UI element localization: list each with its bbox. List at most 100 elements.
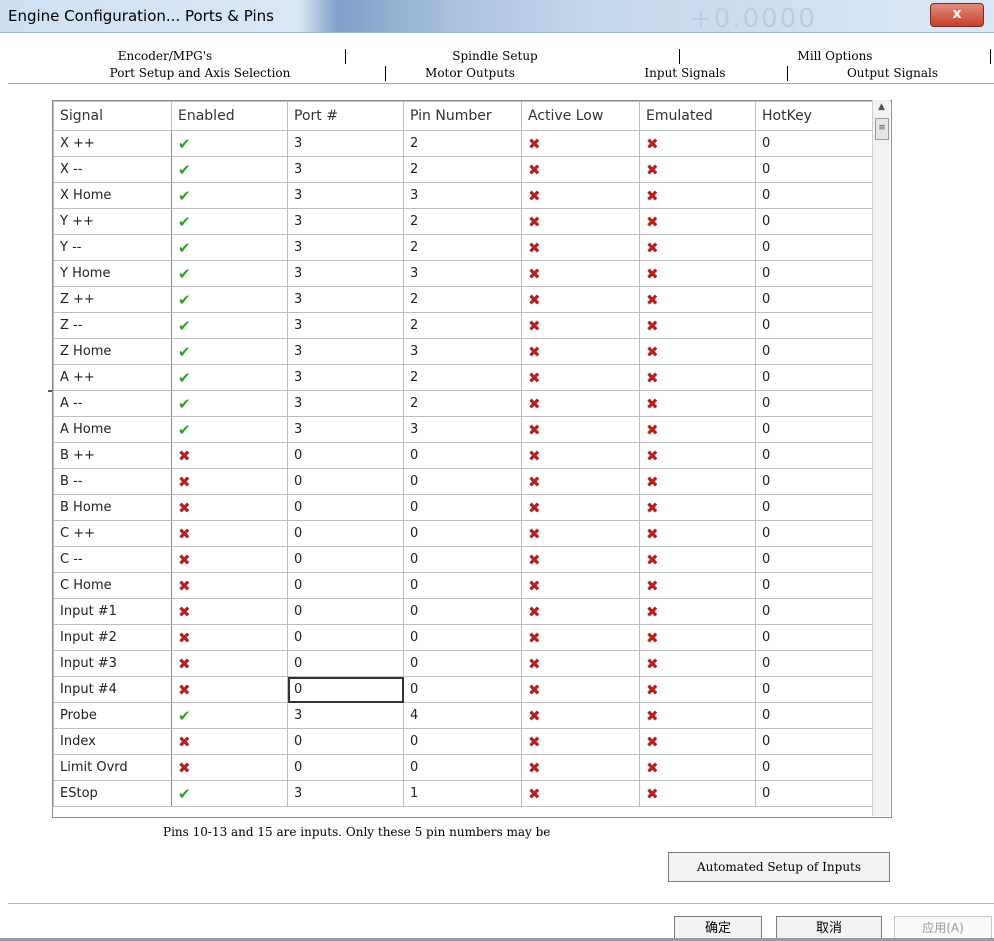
port-cell[interactable]: 3 <box>287 182 404 209</box>
enabled-cell[interactable]: ✔ <box>171 390 288 417</box>
pin-number-cell[interactable]: 0 <box>403 494 522 521</box>
pin-number-cell[interactable]: 0 <box>403 572 522 599</box>
signal-cell[interactable]: Y Home <box>53 260 172 287</box>
enabled-cell[interactable]: ✖ <box>171 468 288 495</box>
active-low-cell[interactable]: ✖ <box>521 780 640 807</box>
active-low-cell[interactable]: ✖ <box>521 390 640 417</box>
scroll-thumb[interactable]: ≡ <box>875 118 889 140</box>
table-row[interactable]: Z Home ✔ 3 3 ✖ ✖ 0 <box>53 338 874 365</box>
port-cell[interactable]: 0 <box>287 442 404 469</box>
hotkey-cell[interactable]: 0 <box>755 130 874 157</box>
emulated-cell[interactable]: ✖ <box>639 702 756 729</box>
column-header-port[interactable]: Port # <box>287 101 404 131</box>
signal-cell[interactable]: B ++ <box>53 442 172 469</box>
port-cell[interactable]: 3 <box>287 234 404 261</box>
tab-encoder-mpg[interactable]: Encoder/MPG's <box>100 48 230 65</box>
hotkey-cell[interactable]: 0 <box>755 156 874 183</box>
signal-cell[interactable]: X Home <box>53 182 172 209</box>
active-low-cell[interactable]: ✖ <box>521 286 640 313</box>
hotkey-cell[interactable]: 0 <box>755 572 874 599</box>
active-low-cell[interactable]: ✖ <box>521 520 640 547</box>
port-cell[interactable]: 0 <box>287 520 404 547</box>
active-low-cell[interactable]: ✖ <box>521 598 640 625</box>
enabled-cell[interactable]: ✖ <box>171 494 288 521</box>
pin-number-cell[interactable]: 3 <box>403 338 522 365</box>
enabled-cell[interactable]: ✔ <box>171 364 288 391</box>
pin-number-cell[interactable]: 1 <box>403 780 522 807</box>
port-cell[interactable]: 3 <box>287 156 404 183</box>
active-low-cell[interactable]: ✖ <box>521 234 640 261</box>
pin-number-cell[interactable]: 0 <box>403 598 522 625</box>
port-cell[interactable]: 0 <box>287 598 404 625</box>
emulated-cell[interactable]: ✖ <box>639 624 756 651</box>
emulated-cell[interactable]: ✖ <box>639 754 756 781</box>
hotkey-cell[interactable]: 0 <box>755 390 874 417</box>
enabled-cell[interactable]: ✖ <box>171 520 288 547</box>
table-row[interactable]: Input #3 ✖ 0 0 ✖ ✖ 0 <box>53 650 874 677</box>
port-cell[interactable]: 3 <box>287 338 404 365</box>
table-row[interactable]: X Home ✔ 3 3 ✖ ✖ 0 <box>53 182 874 209</box>
table-row[interactable]: A -- ✔ 3 2 ✖ ✖ 0 <box>53 390 874 417</box>
port-cell[interactable]: 3 <box>287 780 404 807</box>
table-row[interactable]: Index ✖ 0 0 ✖ ✖ 0 <box>53 728 874 755</box>
emulated-cell[interactable]: ✖ <box>639 286 756 313</box>
enabled-cell[interactable]: ✔ <box>171 780 288 807</box>
emulated-cell[interactable]: ✖ <box>639 416 756 443</box>
hotkey-cell[interactable]: 0 <box>755 728 874 755</box>
signal-cell[interactable]: X -- <box>53 156 172 183</box>
hotkey-cell[interactable]: 0 <box>755 546 874 573</box>
table-row[interactable]: Y Home ✔ 3 3 ✖ ✖ 0 <box>53 260 874 287</box>
pin-number-cell[interactable]: 2 <box>403 208 522 235</box>
hotkey-cell[interactable]: 0 <box>755 624 874 651</box>
table-row[interactable]: EStop ✔ 3 1 ✖ ✖ 0 <box>53 780 874 807</box>
table-row[interactable]: X -- ✔ 3 2 ✖ ✖ 0 <box>53 156 874 183</box>
signal-cell[interactable]: Input #1 <box>53 598 172 625</box>
emulated-cell[interactable]: ✖ <box>639 468 756 495</box>
table-row[interactable]: C Home ✖ 0 0 ✖ ✖ 0 <box>53 572 874 599</box>
enabled-cell[interactable]: ✖ <box>171 650 288 677</box>
pin-number-cell[interactable]: 0 <box>403 546 522 573</box>
hotkey-cell[interactable]: 0 <box>755 780 874 807</box>
hotkey-cell[interactable]: 0 <box>755 650 874 677</box>
signal-cell[interactable]: Probe <box>53 702 172 729</box>
enabled-cell[interactable]: ✔ <box>171 208 288 235</box>
input-signals-grid[interactable]: Signal Enabled Port # Pin Number Active … <box>52 100 892 818</box>
active-low-cell[interactable]: ✖ <box>521 468 640 495</box>
tab-port-setup[interactable]: Port Setup and Axis Selection <box>60 65 340 82</box>
column-header-emulated[interactable]: Emulated <box>639 101 756 131</box>
active-low-cell[interactable]: ✖ <box>521 260 640 287</box>
column-header-enabled[interactable]: Enabled <box>171 101 288 131</box>
enabled-cell[interactable]: ✖ <box>171 546 288 573</box>
port-cell[interactable]: 0 <box>287 650 404 677</box>
emulated-cell[interactable]: ✖ <box>639 338 756 365</box>
emulated-cell[interactable]: ✖ <box>639 520 756 547</box>
enabled-cell[interactable]: ✔ <box>171 338 288 365</box>
tab-input-signals[interactable]: Input Signals <box>590 65 780 82</box>
automated-setup-button[interactable]: Automated Setup of Inputs <box>668 852 890 882</box>
pin-number-cell[interactable]: 3 <box>403 416 522 443</box>
close-button[interactable]: x <box>930 3 984 27</box>
pin-number-cell[interactable]: 0 <box>403 728 522 755</box>
emulated-cell[interactable]: ✖ <box>639 390 756 417</box>
column-header-pin-number[interactable]: Pin Number <box>403 101 522 131</box>
port-cell[interactable]: 3 <box>287 130 404 157</box>
active-low-cell[interactable]: ✖ <box>521 624 640 651</box>
signal-cell[interactable]: Y -- <box>53 234 172 261</box>
signal-cell[interactable]: Limit Ovrd <box>53 754 172 781</box>
table-row[interactable]: B -- ✖ 0 0 ✖ ✖ 0 <box>53 468 874 495</box>
signal-cell[interactable]: Input #4 <box>53 676 172 703</box>
active-low-cell[interactable]: ✖ <box>521 442 640 469</box>
pin-number-cell[interactable]: 4 <box>403 702 522 729</box>
emulated-cell[interactable]: ✖ <box>639 156 756 183</box>
active-low-cell[interactable]: ✖ <box>521 650 640 677</box>
emulated-cell[interactable]: ✖ <box>639 234 756 261</box>
enabled-cell[interactable]: ✖ <box>171 572 288 599</box>
pin-number-cell[interactable]: 3 <box>403 260 522 287</box>
hotkey-cell[interactable]: 0 <box>755 182 874 209</box>
port-cell[interactable]: 3 <box>287 312 404 339</box>
pin-number-cell[interactable]: 2 <box>403 156 522 183</box>
table-row[interactable]: X ++ ✔ 3 2 ✖ ✖ 0 <box>53 130 874 157</box>
emulated-cell[interactable]: ✖ <box>639 260 756 287</box>
active-low-cell[interactable]: ✖ <box>521 208 640 235</box>
port-cell[interactable]: 0 <box>287 494 404 521</box>
